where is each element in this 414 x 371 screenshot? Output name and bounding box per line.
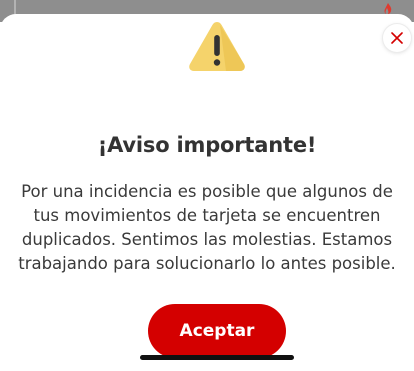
close-icon [391, 32, 403, 44]
modal-message: Por una incidencia es posible que alguno… [18, 182, 396, 273]
close-button[interactable] [383, 24, 411, 52]
warning-icon [189, 22, 245, 71]
accept-button[interactable]: Aceptar [148, 304, 286, 358]
home-indicator [140, 355, 294, 360]
modal-title: ¡Aviso importante! [97, 133, 317, 157]
